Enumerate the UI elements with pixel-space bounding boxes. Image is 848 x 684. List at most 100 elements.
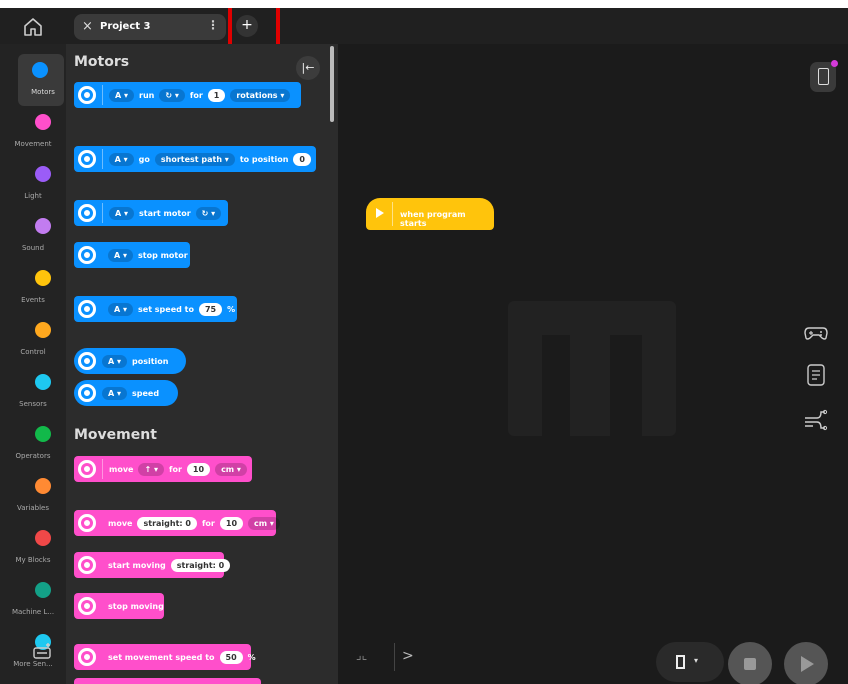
unit-dropdown[interactable]: cm ▾ — [215, 462, 247, 476]
value-input[interactable]: 10 — [186, 462, 211, 476]
port-dropdown[interactable]: A ▾ — [109, 206, 134, 220]
category-events[interactable]: Events — [0, 262, 66, 314]
when-program-starts-block[interactable]: when program starts — [366, 198, 494, 230]
gamepad-icon[interactable] — [803, 319, 829, 345]
category-machine-learning[interactable]: Machine L... — [0, 574, 66, 626]
value-input[interactable]: 75 — [198, 302, 223, 316]
category-variables[interactable]: Variables — [0, 470, 66, 522]
console-icon[interactable] — [803, 362, 829, 388]
category-dot — [35, 166, 51, 182]
block-motor-run-for[interactable]: A ▾ run ↻ ▾ for 1 rotations ▾ — [74, 82, 301, 108]
steering-input[interactable]: straight: 0 — [137, 516, 197, 530]
motor-icon — [78, 384, 96, 402]
extensions-icon[interactable] — [32, 642, 54, 660]
unit-dropdown[interactable]: cm ▾ — [248, 516, 280, 530]
category-movement[interactable]: Movement — [0, 106, 66, 158]
motor-icon — [78, 246, 96, 264]
block-move-steer-for[interactable]: move straight: 0 for 10 cm ▾ — [74, 510, 280, 536]
category-label: Light — [24, 192, 42, 200]
value-input[interactable]: 50 — [219, 650, 243, 664]
category-sidebar: Motors Movement Light Sound Events Contr… — [0, 44, 66, 684]
motor-icon — [78, 86, 96, 104]
unit-dropdown[interactable]: rotations ▾ — [230, 88, 291, 102]
block-stop-motor[interactable]: A ▾ stop motor — [74, 242, 190, 268]
motor-icon — [78, 150, 96, 168]
hub-connection-button[interactable] — [810, 60, 838, 92]
block-start-moving[interactable]: start moving straight: 0 — [74, 552, 231, 578]
zoom-fit-icon[interactable]: ⌟⌞ — [356, 648, 367, 662]
run-button[interactable] — [784, 642, 828, 684]
block-text: to position — [239, 154, 289, 164]
motor-icon — [78, 204, 96, 222]
port-dropdown[interactable]: A ▾ — [102, 354, 127, 368]
port-dropdown[interactable]: A ▾ — [108, 302, 133, 316]
mode-dropdown[interactable]: shortest path ▾ — [154, 152, 235, 166]
port-dropdown[interactable]: A ▾ — [108, 248, 133, 262]
port-dropdown[interactable]: A ▾ — [108, 152, 134, 166]
home-icon[interactable] — [22, 16, 44, 38]
block-text: for — [201, 518, 215, 528]
category-my-blocks[interactable]: My Blocks — [0, 522, 66, 574]
block-set-speed[interactable]: A ▾ set speed to 75 % — [74, 296, 237, 322]
port-dropdown[interactable]: A ▾ — [102, 386, 127, 400]
block-text: % — [227, 304, 236, 314]
steering-input[interactable]: straight: 0 — [170, 558, 231, 572]
expand-chevron-icon[interactable]: > — [402, 648, 414, 664]
block-motor-go-to-position[interactable]: A ▾ go shortest path ▾ to position 0 — [74, 146, 316, 172]
block-move-for[interactable]: move ↑ ▾ for 10 cm ▾ — [74, 456, 252, 482]
direction-dropdown[interactable]: ↻ ▾ — [195, 206, 222, 220]
movement-heading: Movement — [74, 427, 157, 443]
category-dot — [35, 530, 51, 546]
value-input[interactable]: 0 — [293, 152, 311, 166]
block-start-motor[interactable]: A ▾ start motor ↻ ▾ — [74, 200, 228, 226]
block-set-movement-speed[interactable]: set movement speed to 50 % — [74, 644, 256, 670]
project-tab-label: Project 3 — [100, 21, 151, 32]
program-slot-selector[interactable]: ▾ — [656, 642, 724, 682]
value-input[interactable]: 1 — [207, 88, 226, 102]
direction-dropdown[interactable]: ↻ ▾ — [159, 88, 185, 102]
block-stop-moving[interactable]: stop moving — [74, 593, 164, 619]
category-operators[interactable]: Operators — [0, 418, 66, 470]
app-window: × Project 3 ⋮ + Motors Movement Light So… — [0, 8, 848, 684]
palette-scrollbar[interactable] — [330, 46, 334, 122]
category-light[interactable]: Light — [0, 158, 66, 210]
category-dot — [35, 114, 51, 130]
block-text: stop motor — [138, 250, 188, 260]
collapse-palette-button[interactable]: |← — [296, 56, 320, 80]
category-sensors[interactable]: Sensors — [0, 366, 66, 418]
category-control[interactable]: Control — [0, 314, 66, 366]
category-sound[interactable]: Sound — [0, 210, 66, 262]
data-flow-icon[interactable] — [803, 406, 829, 432]
stop-button[interactable] — [728, 642, 772, 684]
category-dot — [35, 270, 51, 286]
spike-logo-watermark — [508, 301, 676, 436]
block-speed-reporter[interactable]: A ▾ speed — [74, 380, 178, 406]
block-text: speed — [132, 388, 160, 398]
category-label: Variables — [17, 504, 49, 512]
close-tab-icon[interactable]: × — [82, 19, 93, 34]
category-label: Movement — [14, 140, 52, 148]
drive-base-icon — [78, 556, 96, 574]
block-text: set movement speed to — [108, 652, 215, 662]
hat-label: when program starts — [400, 210, 466, 228]
block-text: for — [189, 90, 203, 100]
project-tab[interactable]: × Project 3 ⋮ — [74, 14, 226, 40]
block-text: stop moving — [108, 601, 164, 611]
block-position-reporter[interactable]: A ▾ position — [74, 348, 186, 374]
value-input[interactable]: 10 — [219, 516, 244, 530]
play-icon — [801, 656, 814, 672]
direction-dropdown[interactable]: ↑ ▾ — [138, 462, 164, 476]
category-label: Machine L... — [11, 608, 55, 616]
drive-base-icon — [78, 460, 96, 478]
code-canvas[interactable]: when program starts ⌟⌞ > ▾ — [338, 44, 848, 684]
tab-menu-icon[interactable]: ⋮ — [207, 18, 219, 32]
category-motors[interactable]: Motors — [18, 54, 64, 106]
status-dot — [831, 60, 838, 67]
category-dot — [35, 582, 51, 598]
category-dot — [35, 374, 51, 390]
port-dropdown[interactable]: A ▾ — [109, 88, 134, 102]
motors-heading: Motors — [74, 54, 130, 70]
category-dot — [35, 322, 51, 338]
block-partial[interactable] — [74, 678, 261, 684]
category-label: My Blocks — [15, 556, 51, 564]
